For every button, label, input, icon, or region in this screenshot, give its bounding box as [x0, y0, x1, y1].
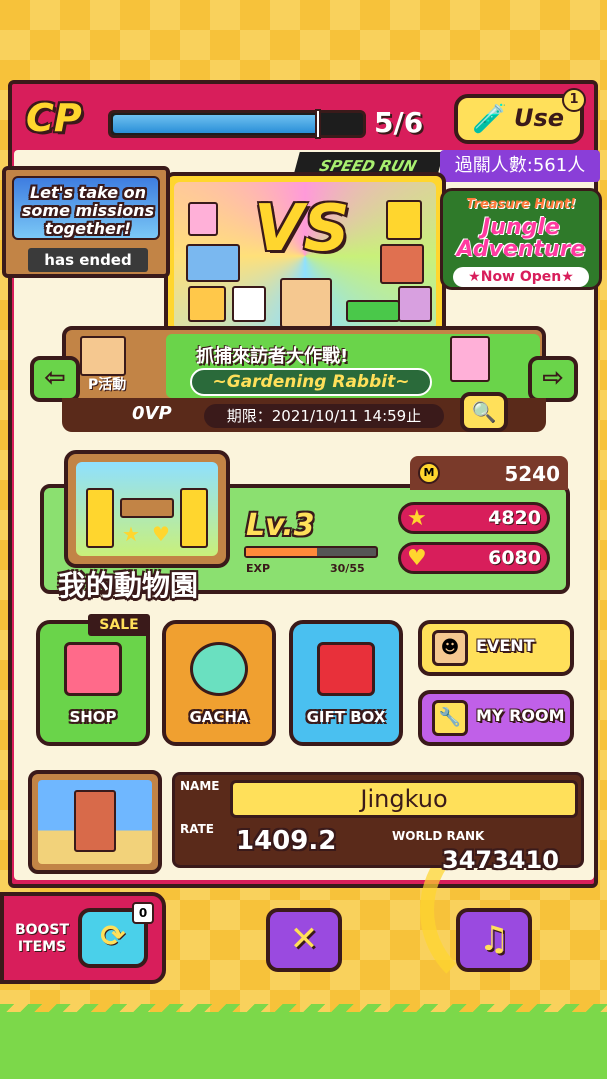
hippo-icon: [398, 286, 432, 322]
boost-items-label: BOOST ITEMS: [14, 922, 70, 955]
ad-title: Treasure Hunt!: [466, 197, 576, 212]
panda-icon: [232, 286, 266, 322]
cp-progress-bar: [108, 109, 366, 139]
crocodile-icon: [346, 300, 400, 322]
cp-label: CP: [26, 96, 82, 140]
coin-counter: M 5240: [410, 456, 568, 490]
arrow-right-icon[interactable]: ⇨: [528, 356, 578, 402]
gacha-label: GACHA: [189, 708, 249, 726]
magnifier-icon[interactable]: 🔍: [460, 392, 508, 432]
monkey-icon: [380, 244, 424, 284]
my-room-label: MY ROOM: [476, 706, 565, 725]
giraffe-icon: [386, 200, 422, 240]
jungle-adventure-ad[interactable]: Treasure Hunt! Jungle Adventure ★Now Ope…: [440, 188, 602, 290]
stars-value: 4820: [488, 507, 541, 529]
missions-title: Let's take on some missions together!: [21, 183, 155, 238]
missions-sign[interactable]: Let's take on some missions together! ha…: [2, 166, 170, 278]
zoo-gate-image: ★ ♥: [76, 462, 218, 556]
star-icon: ★: [122, 522, 140, 546]
shop-icon: [64, 642, 122, 696]
event-title: 抓捕來訪者大作戰!: [196, 346, 349, 367]
vs-text: VS: [254, 192, 350, 266]
zoo-tower-right: [180, 488, 208, 548]
shop-button[interactable]: SHOP: [36, 620, 150, 746]
heart-icon: ♥: [407, 546, 427, 571]
rabbit-gardener-icon: [450, 336, 490, 382]
name-label: NAME: [180, 779, 220, 793]
zookeeper-icon: [280, 278, 332, 328]
vp-value: 0VP: [132, 403, 172, 424]
vs-event-banner[interactable]: VS: [164, 172, 446, 340]
zoo-picture[interactable]: ★ ♥: [64, 450, 230, 568]
close-icon[interactable]: ✕: [266, 908, 342, 972]
rate-label: RATE: [180, 822, 214, 836]
clear-count-label: 過關人數:561人: [440, 150, 600, 182]
hearts-value: 6080: [488, 547, 541, 569]
gift-box-icon: [317, 642, 375, 696]
world-rank-value: 3473410: [442, 846, 559, 874]
missions-status: has ended: [28, 248, 148, 272]
stars-counter: ★ 4820: [398, 502, 550, 534]
robot-mascot-icon: [80, 336, 126, 376]
world-rank-label: WORLD RANK: [392, 829, 485, 843]
coin-value: 5240: [504, 462, 560, 486]
player-name: Jingkuo: [230, 780, 578, 818]
my-room-button[interactable]: 🔧 MY ROOM: [418, 690, 574, 746]
cp-progress-fill: [113, 115, 319, 133]
zoo-level: Lv.3: [246, 508, 315, 543]
rate-value: 1409.2: [236, 826, 337, 856]
boost-count-badge: 0: [132, 902, 154, 924]
avatar[interactable]: [28, 770, 162, 874]
ad-subtitle: Jungle Adventure: [456, 215, 586, 262]
gift-box-label: GIFT BOX: [306, 708, 386, 726]
gacha-icon: [190, 642, 248, 696]
coin-icon: M: [418, 462, 440, 484]
event-button[interactable]: ☻ EVENT: [418, 620, 574, 676]
shop-label: SHOP: [69, 708, 117, 726]
event-p-label: P活動: [88, 377, 127, 393]
exp-progress-bar: [244, 546, 378, 558]
exp-label: EXP: [246, 562, 271, 575]
music-note-icon[interactable]: ♫: [456, 908, 532, 972]
event-label: EVENT: [476, 636, 535, 655]
arrow-left-icon[interactable]: ⇦: [30, 356, 80, 402]
exp-value: 30/55: [330, 562, 365, 575]
gacha-button[interactable]: GACHA: [162, 620, 276, 746]
cp-progress-marker: [315, 109, 321, 139]
event-deadline: 期限：2021/10/11 14:59止: [204, 404, 444, 428]
gift-box-button[interactable]: GIFT BOX: [289, 620, 403, 746]
cp-count: 5/6: [374, 106, 424, 139]
sale-tag: SALE: [88, 614, 150, 636]
robot-face-icon: ☻: [432, 630, 468, 666]
ad-now-open: ★Now Open★: [453, 267, 589, 287]
hearts-counter: ♥ 6080: [398, 542, 550, 574]
avatar-image: [38, 780, 152, 864]
use-button-label: Use: [514, 104, 565, 132]
exp-progress-fill: [246, 548, 317, 556]
vs-banner-art: VS: [174, 182, 436, 330]
missions-board: Let's take on some missions together!: [12, 176, 160, 240]
monkey-avatar-icon: [74, 790, 116, 852]
heart-icon: ♥: [152, 522, 170, 546]
lion-icon: [188, 286, 226, 322]
wrench-icon: 🔧: [432, 700, 468, 736]
use-count-badge: 1: [562, 88, 586, 112]
zoo-name: 我的動物園: [58, 569, 199, 602]
potion-icon: 🧪: [472, 102, 507, 135]
rabbit-icon: [188, 202, 218, 236]
event-subtitle: ~Gardening Rabbit~: [190, 368, 432, 396]
grass-ground: [0, 1012, 607, 1079]
star-icon: ★: [407, 506, 427, 531]
zoo-tower-left: [86, 488, 114, 548]
zoo-sign: [120, 498, 174, 518]
elephant-icon: [186, 244, 240, 282]
